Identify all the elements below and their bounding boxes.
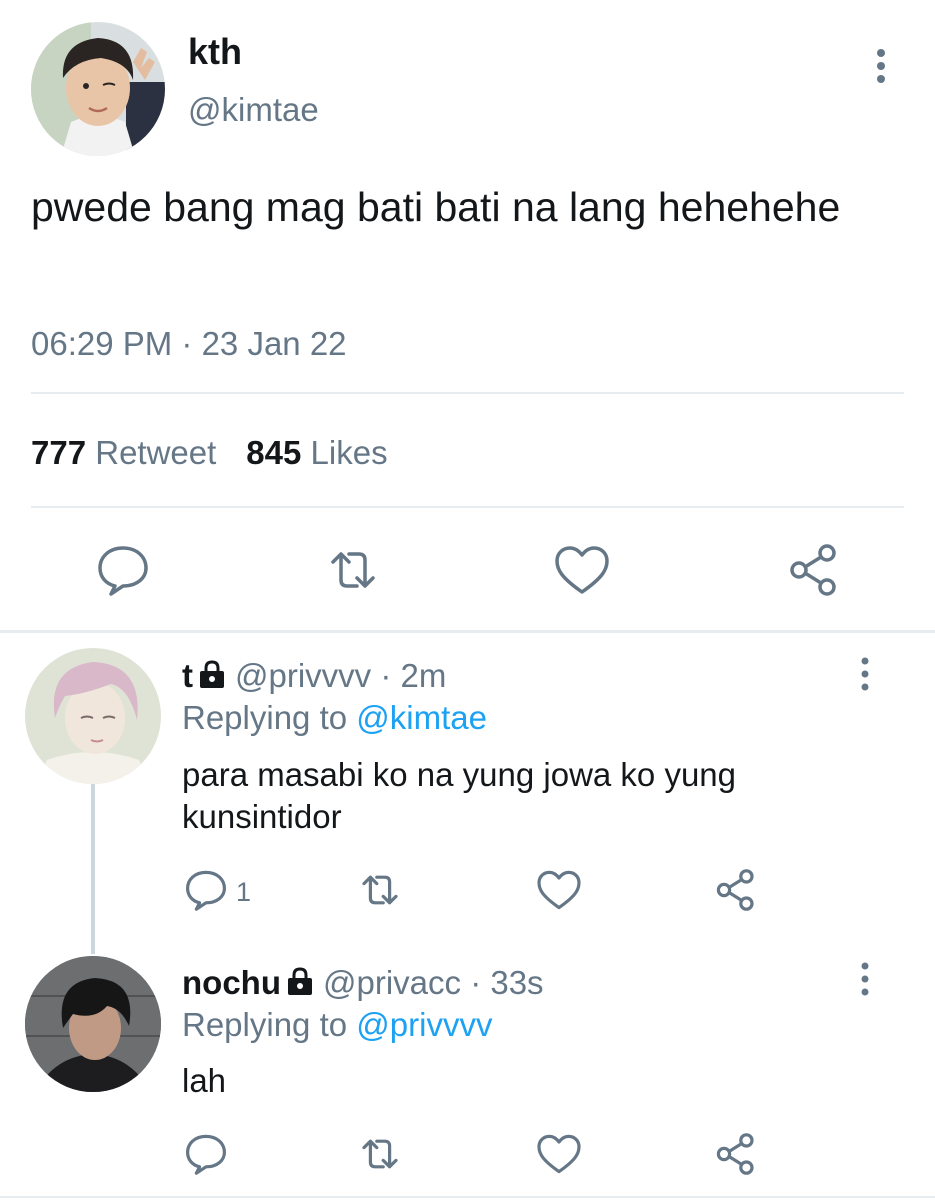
divider [31, 506, 904, 508]
replying-to-mention[interactable]: @privvvv [356, 1006, 492, 1043]
section-divider [0, 630, 935, 633]
heart-icon [537, 1134, 581, 1174]
replying-to: Replying to @privvvv [182, 1005, 492, 1045]
replying-to: Replying to @kimtae [182, 698, 487, 738]
reply-header: t @privvvv · 2m [182, 656, 446, 698]
reply-time[interactable]: · 2m [380, 657, 446, 694]
reply-button[interactable] [182, 866, 230, 914]
retweet-icon [362, 1139, 398, 1169]
retweet-button[interactable] [323, 540, 383, 600]
author-display-name[interactable]: kth [188, 30, 242, 74]
reply-header: nochu @privacc · 33s [182, 963, 544, 1005]
replying-to-mention[interactable]: @kimtae [356, 699, 487, 736]
author-handle[interactable]: @kimtae [188, 89, 319, 131]
reply-bubble-icon [186, 1134, 226, 1175]
like-count[interactable]: 845 [246, 434, 301, 471]
thread-line [91, 782, 95, 954]
heart-icon [555, 546, 609, 594]
retweet-button[interactable] [356, 866, 404, 914]
reply-bubble-icon [98, 546, 148, 596]
like-button[interactable] [535, 866, 583, 914]
replying-prefix: Replying to [182, 699, 348, 736]
retweet-icon [362, 875, 398, 905]
reply-count: 1 [236, 877, 252, 907]
share-icon [716, 1133, 754, 1175]
more-options-icon[interactable] [853, 960, 877, 1000]
author-avatar-image [31, 22, 165, 156]
section-divider [0, 1196, 935, 1198]
like-button[interactable] [535, 1130, 583, 1178]
tweet-text: pwede bang mag bati bati na lang heheheh… [31, 184, 841, 230]
reply-text: para masabi ko na yung jowa ko yung kuns… [182, 756, 737, 835]
reply-bubble-icon [186, 870, 226, 911]
share-icon [790, 544, 836, 596]
share-button[interactable] [784, 540, 844, 600]
reply-button[interactable] [93, 540, 153, 600]
reply-avatar[interactable] [25, 648, 161, 784]
reply-text: lah [182, 1062, 227, 1099]
retweet-button[interactable] [356, 1130, 404, 1178]
heart-icon [537, 870, 581, 910]
lock-icon [285, 965, 315, 1005]
like-button[interactable] [552, 540, 612, 600]
like-label[interactable]: Likes [311, 434, 388, 471]
reply-handle[interactable]: @privacc [323, 964, 461, 1001]
retweet-label[interactable]: Retweet [95, 434, 216, 471]
share-button[interactable] [712, 1130, 760, 1178]
author-avatar[interactable] [31, 22, 165, 156]
retweet-icon [331, 552, 375, 588]
share-icon [716, 869, 754, 911]
reply-display-name[interactable]: nochu [182, 964, 281, 1001]
reply-handle[interactable]: @privvvv [235, 657, 371, 694]
lock-icon [197, 658, 227, 698]
more-options-icon[interactable] [866, 46, 896, 86]
retweet-count[interactable]: 777 [31, 434, 86, 471]
reply-button[interactable] [182, 1130, 230, 1178]
reply-avatar[interactable] [25, 956, 161, 1092]
reply-avatar-image [25, 956, 161, 1092]
reply-display-name[interactable]: t [182, 657, 193, 694]
tweet-stats: 777 Retweet 845 Likes [31, 432, 388, 474]
tweet-timestamp[interactable]: 06:29 PM · 23 Jan 22 [31, 324, 347, 364]
more-options-icon[interactable] [853, 655, 877, 695]
reply-time[interactable]: · 33s [470, 964, 543, 1001]
divider [31, 392, 904, 394]
replying-prefix: Replying to [182, 1006, 348, 1043]
reply-avatar-image [25, 648, 161, 784]
share-button[interactable] [712, 866, 760, 914]
